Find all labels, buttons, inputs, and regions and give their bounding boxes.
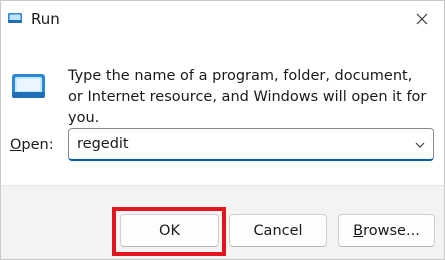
dialog-footer: OK Cancel Browse... [1,185,444,259]
browse-accelerator: B [353,222,364,239]
open-combobox[interactable]: regedit [68,128,434,161]
title-bar: Run [1,1,444,37]
close-button[interactable] [400,1,444,37]
description-text: Type the name of a program, folder, docu… [68,68,427,126]
open-input[interactable]: regedit [77,135,129,153]
open-label-text: pen: [21,137,54,153]
cancel-button[interactable]: Cancel [229,214,327,247]
browse-text: rowse... [363,222,420,239]
close-icon [416,13,428,25]
window-title: Run [31,10,60,28]
run-icon [12,74,45,98]
browse-button[interactable]: Browse... [338,214,435,247]
chevron-down-icon[interactable] [413,138,427,152]
open-label-accelerator: O [10,137,22,153]
run-dialog: Run Type the name of a program, folder, … [0,0,445,260]
open-label: Open: [10,136,54,154]
highlight-box [112,207,226,256]
run-icon [8,13,22,23]
